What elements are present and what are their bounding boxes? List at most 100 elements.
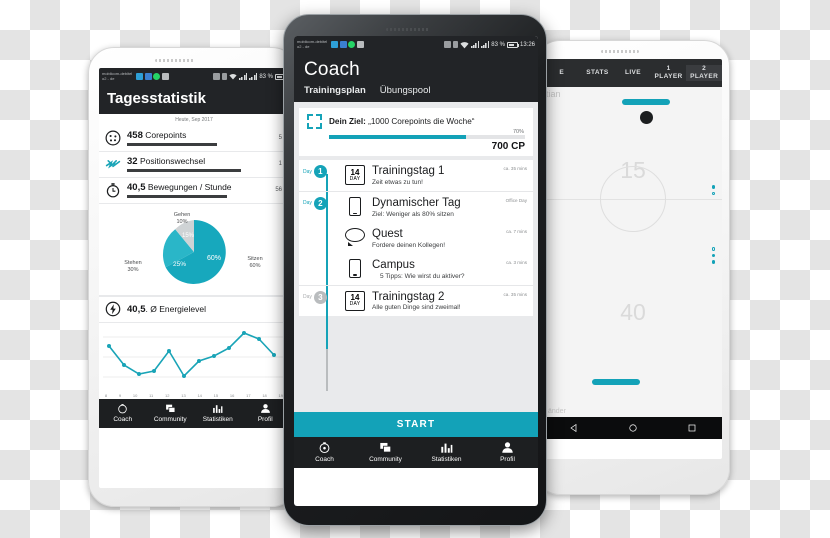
position-change-icon [105, 160, 121, 169]
stat-value-block: 32 Positionswechsel [127, 156, 273, 172]
plan-item-dynamischer-tag[interactable]: Day 2 Dynamischer Tag Ziel: Weniger als … [299, 190, 533, 223]
life-dot [711, 253, 715, 257]
x-tick: 11 [149, 393, 154, 398]
clock: 13:26 [519, 41, 535, 48]
tab-community[interactable]: Community [355, 441, 416, 463]
energy-line-chart: 8 9 10 11 12 13 14 15 16 17 18 19 [99, 323, 289, 399]
tab-coach[interactable]: Coach [99, 403, 147, 423]
x-tick: 17 [246, 393, 251, 398]
x-tick: 15 [213, 393, 219, 398]
left-status-bar: mobilcom-debitel o2 - de 83 % [99, 68, 289, 85]
scan-frame-icon [307, 114, 322, 129]
x-tick: 9 [118, 393, 122, 398]
tab-profil[interactable]: Profil [477, 441, 538, 463]
tab-uebungspool[interactable]: Übungspool [380, 85, 431, 96]
mobile-phone-icon [349, 196, 361, 216]
whatsapp-icon [153, 73, 160, 80]
stat-row-bewegungen[interactable]: 40,5 Bewegungen / Stunde 56 [99, 178, 289, 204]
signal2-icon [481, 41, 490, 48]
x-tick: 14 [197, 393, 202, 398]
game-field[interactable]: tian 15 40 änder [544, 87, 722, 417]
cut-text-bottom: änder [548, 408, 566, 415]
vibrate-icon [222, 73, 228, 80]
plan-item-quest[interactable]: Quest Fordere deinen Kollegen! ca. 7 min… [299, 223, 533, 254]
goal-progress-track [329, 135, 525, 139]
tab-trainingsplan[interactable]: Trainingsplan [304, 85, 366, 96]
plan-item-trainingstag-2[interactable]: Day 3 14 DAY Trainingstag 2 Alle guten Di… [299, 284, 533, 317]
status-notification-icons [331, 41, 364, 48]
stat-bar [127, 195, 227, 198]
home-icon[interactable] [628, 423, 638, 433]
goal-text: Dein Ziel: „1000 Corepoints die Woche“ [329, 117, 475, 126]
tab-community[interactable]: Community [147, 403, 195, 423]
score-bottom: 40 [620, 299, 646, 325]
line-chart-svg [103, 331, 285, 378]
calendar-14-day-icon: 14 DAY [345, 165, 365, 185]
opponent-paddle[interactable] [622, 99, 670, 105]
tab-coach[interactable]: Coach [294, 441, 355, 463]
vibrate-icon [453, 41, 459, 48]
tab-label: Statistiken [431, 456, 462, 463]
svg-text:25%: 25% [173, 261, 186, 268]
life-dot-empty [711, 191, 715, 195]
item-text: Quest Fordere deinen Kollegen! [367, 228, 506, 249]
bar-chart-icon [441, 443, 453, 453]
x-tick: 12 [165, 393, 170, 398]
right-phone-device: E STATS LIVE 1 PLAYER 2 PLAYER tian 15 4… [534, 40, 730, 495]
battery-percent: 83 % [259, 73, 273, 80]
stat-value-block: 40,5 Bewegungen / Stunde [127, 182, 269, 198]
tab-stats[interactable]: STATS [580, 69, 616, 77]
tab-1-player[interactable]: 1 PLAYER [651, 65, 687, 81]
day-number: 3 [313, 290, 327, 304]
game-top-tabs: E STATS LIVE 1 PLAYER 2 PLAYER [544, 59, 722, 87]
tab-2-player[interactable]: 2 PLAYER [686, 64, 722, 82]
goal-card[interactable]: Dein Ziel: „1000 Corepoints die Woche“ 7… [299, 108, 533, 156]
item-subtitle: Zeit etwas zu tun! [372, 178, 423, 186]
stat-text: 32 Positionswechsel [127, 156, 206, 168]
player-paddle[interactable] [592, 379, 640, 385]
goal-progress-fill [329, 135, 467, 139]
wifi-icon [460, 41, 469, 48]
item-title: Quest [372, 227, 403, 240]
back-icon[interactable] [569, 423, 579, 433]
stat-value-block: 458 Corepoints [127, 130, 273, 146]
svg-text:15%: 15% [182, 233, 195, 239]
pie-label-gehen: Gehen 10% [173, 212, 191, 225]
plan-item-trainingstag-1[interactable]: Day 1 14 DAY Trainingstag 1 Zeit etwas zu… [299, 160, 533, 191]
coach-body: Dein Ziel: „1000 Corepoints die Woche“ 7… [294, 102, 538, 412]
tab-label: Community [153, 416, 187, 423]
item-icon-wrap [343, 227, 367, 246]
life-dot [711, 260, 715, 264]
stopwatch-icon [106, 183, 120, 198]
stat-row-energielevel[interactable]: 40,5. Ø Energielevel [99, 296, 289, 323]
center-circle [600, 166, 666, 232]
tab-profil[interactable]: Profil [242, 403, 290, 423]
game-puck[interactable] [640, 111, 653, 124]
carrier-label: mobilcom-debitel o2 - de [102, 70, 133, 81]
day-marker: Day 2 [299, 196, 343, 210]
stat-row-corepoints[interactable]: 458 Corepoints 5 [99, 126, 289, 152]
stat-bar [127, 143, 218, 146]
page-title: Coach [304, 59, 360, 80]
line-chart-x-axis: 8 9 10 11 12 13 14 15 16 17 18 19 [99, 393, 289, 398]
goal-title-row: Dein Ziel: „1000 Corepoints die Woche“ [307, 114, 525, 129]
start-button[interactable]: START [294, 412, 538, 437]
tab-statistiken[interactable]: Statistiken [194, 403, 242, 423]
stat-value-block: 40,5. Ø Energielevel [127, 304, 283, 315]
item-subtitle: Fordere deinen Kollegen! [372, 241, 445, 249]
item-meta: ca. 35 mins [503, 291, 528, 297]
plan-item-campus[interactable]: Campus 5 Tipps: Wie wirst du aktiver? ca… [299, 254, 533, 285]
pie-label-stehen: Stehen 30% [124, 260, 142, 273]
timeline-connector-grey [326, 349, 328, 391]
day-marker: Day 3 [299, 290, 343, 304]
tab-statistiken[interactable]: Statistiken [416, 441, 477, 463]
tab-live[interactable]: LIVE [615, 69, 651, 77]
tab-e[interactable]: E [544, 69, 580, 77]
recents-icon[interactable] [687, 423, 697, 433]
life-dot-empty [711, 247, 715, 251]
mail-icon [161, 73, 169, 80]
tab-label: Profil [257, 416, 273, 423]
stat-row-positionswechsel[interactable]: 32 Positionswechsel 1 [99, 152, 289, 178]
left-bottom-tabbar: Coach Community Statistiken Profil [99, 399, 289, 428]
status-system-icons: 83 % 13:26 [444, 41, 535, 49]
